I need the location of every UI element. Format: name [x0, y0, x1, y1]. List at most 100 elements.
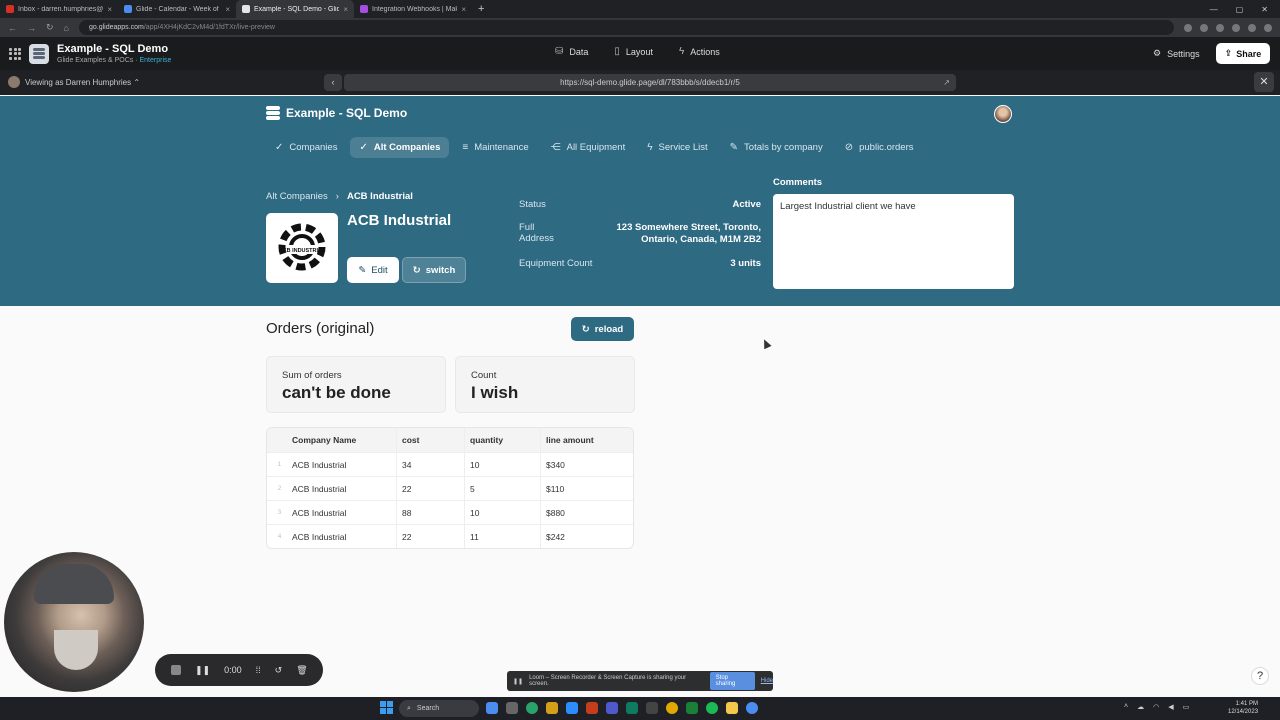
browser-tab[interactable]: Integration Webhooks | Make × [354, 0, 472, 18]
column-header[interactable]: cost [396, 428, 464, 452]
app-icon[interactable] [626, 702, 638, 714]
app-icon[interactable] [686, 702, 698, 714]
drag-handle-icon[interactable]: ⁞⁞ [256, 665, 261, 675]
hide-link[interactable]: Hide [761, 678, 773, 684]
extension-icon[interactable] [1200, 23, 1208, 32]
user-avatar[interactable] [994, 105, 1012, 123]
close-window-icon[interactable]: ✕ [1261, 5, 1268, 14]
builder-nav-data[interactable]: ⛁ Data [555, 46, 588, 57]
cell-company-name: ACB Industrial [292, 507, 347, 518]
builder-nav-actions[interactable]: ϟ Actions [679, 46, 720, 57]
profile-avatar[interactable] [1264, 23, 1272, 32]
field-value: 3 units [730, 258, 761, 269]
layout-icon: ▯ [614, 46, 620, 57]
comments-field[interactable]: Largest Industrial client we have [773, 194, 1014, 289]
trash-icon[interactable]: 🗑 [296, 665, 307, 676]
edit-button[interactable]: ✎ Edit [347, 257, 399, 283]
close-tab-icon[interactable]: × [461, 5, 466, 14]
restart-icon[interactable]: ↺ [275, 665, 283, 676]
close-tab-icon[interactable]: × [225, 5, 230, 14]
browser-tab[interactable]: Example - SQL Demo - Glide × [236, 0, 354, 18]
extension-icon[interactable] [1216, 23, 1224, 32]
viewing-as-selector[interactable]: Viewing as Darren Humphries ⌃ [8, 76, 140, 88]
tab-public-orders[interactable]: ⊘ public.orders [836, 137, 923, 158]
preview-url-field[interactable]: https://sql-demo.glide.page/dl/783bbb/s/… [344, 74, 956, 91]
app-icon[interactable] [546, 702, 558, 714]
settings-button[interactable]: ⚙ Settings [1153, 48, 1200, 59]
app-icon[interactable] [566, 702, 578, 714]
share-button[interactable]: ⇪ Share [1216, 43, 1270, 64]
tab-alt-companies[interactable]: ✓ Alt Companies [350, 137, 450, 158]
close-preview-button[interactable]: ✕ [1254, 72, 1274, 92]
app-title[interactable]: Example - SQL Demo [266, 106, 407, 120]
pause-icon[interactable]: ❚❚ [195, 665, 210, 676]
tab-label: Totals by company [744, 142, 823, 153]
close-tab-icon[interactable]: × [107, 5, 112, 14]
minimize-icon[interactable]: — [1210, 5, 1218, 14]
extension-icon[interactable] [1248, 23, 1256, 32]
chevron-up-icon[interactable]: ˄ [1124, 703, 1128, 711]
app-icon[interactable] [506, 702, 518, 714]
table-row[interactable]: 1 ACB Industrial 34 10 $340 [267, 452, 633, 476]
stop-recording-icon[interactable] [171, 665, 181, 675]
tab-service-list[interactable]: ϟ Service List [638, 137, 716, 158]
breadcrumb-parent[interactable]: Alt Companies [266, 191, 328, 202]
app-icon[interactable] [726, 702, 738, 714]
preview-back-button[interactable]: ‹ [324, 74, 342, 91]
extension-icon[interactable] [1184, 23, 1192, 32]
app-icon[interactable] [526, 702, 538, 714]
table-row[interactable]: 4 ACB Industrial 22 11 $242 [267, 524, 633, 548]
app-icon[interactable] [706, 702, 718, 714]
cloud-icon[interactable]: ☁ [1137, 703, 1144, 711]
reload-icon[interactable]: ↻ [46, 22, 54, 33]
app-icon[interactable] [486, 702, 498, 714]
column-header[interactable]: quantity [464, 428, 540, 452]
table-row[interactable]: 2 ACB Industrial 22 5 $110 [267, 476, 633, 500]
home-icon[interactable]: ⌂ [64, 23, 69, 33]
open-external-icon[interactable]: ↗ [943, 74, 950, 91]
tab-companies[interactable]: ✓ Companies [266, 137, 346, 158]
back-icon[interactable]: ← [8, 23, 17, 33]
app-icon[interactable] [606, 702, 618, 714]
tab-maintenance[interactable]: ≡ Maintenance [453, 137, 537, 158]
app-icon[interactable] [586, 702, 598, 714]
apps-grid-icon[interactable] [9, 47, 21, 60]
builder-app-name[interactable]: Example - SQL Demo [57, 43, 171, 55]
start-icon[interactable] [380, 701, 393, 714]
builder-nav: ⛁ Data ▯ Layout ϟ Actions [555, 46, 720, 57]
edit-label: Edit [371, 264, 388, 276]
browser-tab[interactable]: Inbox - darren.humphries@heyg× [0, 0, 118, 18]
refresh-icon: ↻ [581, 323, 590, 335]
battery-icon[interactable]: ▭ [1183, 703, 1190, 711]
browser-tab[interactable]: Glide - Calendar - Week of Dece × [118, 0, 236, 18]
app-icon[interactable] [666, 702, 678, 714]
url-field[interactable]: go.glideapps.com/app/4XH4jKdC2vM4d/1fdTX… [78, 20, 1174, 35]
taskbar-apps [486, 702, 758, 714]
company-logo: ACB INDUSTRIAL [266, 213, 338, 283]
column-header[interactable]: line amount [540, 428, 633, 452]
webcam-bubble[interactable] [4, 552, 144, 692]
taskbar-clock[interactable]: 1:41 PM 12/14/2023 [1228, 700, 1258, 716]
switch-button[interactable]: ↻ switch [402, 257, 466, 283]
table-row[interactable]: 3 ACB Industrial 88 10 $880 [267, 500, 633, 524]
stop-sharing-button[interactable]: Stop sharing [709, 672, 755, 690]
logo-text: ACB INDUSTRIAL [279, 248, 326, 254]
maximize-icon[interactable]: ▢ [1236, 5, 1244, 14]
tab-totals-by-company[interactable]: ✎ Totals by company [721, 137, 832, 158]
app-icon[interactable] [746, 702, 758, 714]
column-header[interactable]: Company Name [292, 428, 396, 452]
extension-icon[interactable] [1232, 23, 1240, 32]
app-icon[interactable] [646, 702, 658, 714]
close-tab-icon[interactable]: × [343, 5, 348, 14]
builder-nav-layout[interactable]: ▯ Layout [614, 46, 653, 57]
tab-all-equipment[interactable]: ⋲ All Equipment [542, 137, 635, 158]
volume-icon[interactable]: ◀ [1168, 703, 1173, 711]
favicon-icon [6, 5, 14, 13]
new-tab-button[interactable]: + [478, 3, 484, 15]
help-button[interactable]: ? [1251, 667, 1269, 685]
reload-button[interactable]: ↻ reload [571, 317, 634, 341]
taskbar-search[interactable]: ⌕ Search [399, 700, 479, 717]
cell-company-name: ACB Industrial [292, 483, 347, 494]
forward-icon[interactable]: → [27, 23, 36, 33]
wifi-icon[interactable]: ◠ [1153, 703, 1159, 711]
